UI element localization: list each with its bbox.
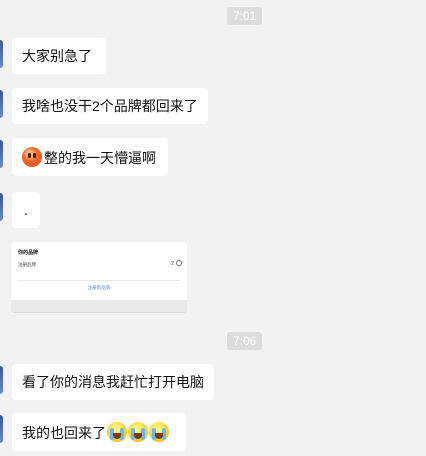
sender-avatar[interactable] [0,193,3,221]
crying-face-icon [128,422,148,442]
card-footer [11,300,187,312]
sender-avatar[interactable] [0,90,3,118]
crying-face-icon [107,422,127,442]
message-text: 看了你的消息我赶忙打开电脑 [22,374,204,390]
card-title: 你的品牌 [18,250,39,256]
message-bubble: 整的我一天懵逼啊 [12,138,168,176]
sender-avatar[interactable] [0,415,3,443]
timestamp-701: 7:01 [227,7,263,25]
message-text: 大家别急了 [22,48,92,64]
sender-avatar[interactable] [0,366,3,394]
message-text: 我啥也没干2个品牌都回来了 [22,98,198,114]
message-text: 整的我一天懵逼啊 [44,150,156,166]
message-bubble: 看了你的消息我赶忙打开电脑 [12,364,214,400]
message-text: . [24,202,28,218]
orange-face-icon [22,147,42,167]
info-icon [176,260,182,266]
timestamp-706: 7:06 [227,332,263,350]
shared-screenshot-card[interactable]: 你的品牌 注册品牌 2 注册新品牌 [11,242,187,312]
message-bubble: 我的也回来了 [12,413,186,451]
chat-window: 7:01 大家别急了 我啥也没干2个品牌都回来了 整的我一天懵逼啊 . 你的品牌… [0,0,426,456]
card-row-label: 注册品牌 [18,262,36,267]
message-bubble: 大家别急了 [12,38,106,74]
card-divider [18,280,180,281]
sender-avatar[interactable] [0,140,3,168]
crying-face-icon [149,422,169,442]
message-bubble: . [12,192,40,228]
card-count: 2 [171,261,174,267]
message-bubble: 我啥也没干2个品牌都回来了 [12,88,208,124]
message-text: 我的也回来了 [22,425,106,441]
sender-avatar[interactable] [0,40,3,68]
card-link[interactable]: 注册新品牌 [11,285,187,291]
